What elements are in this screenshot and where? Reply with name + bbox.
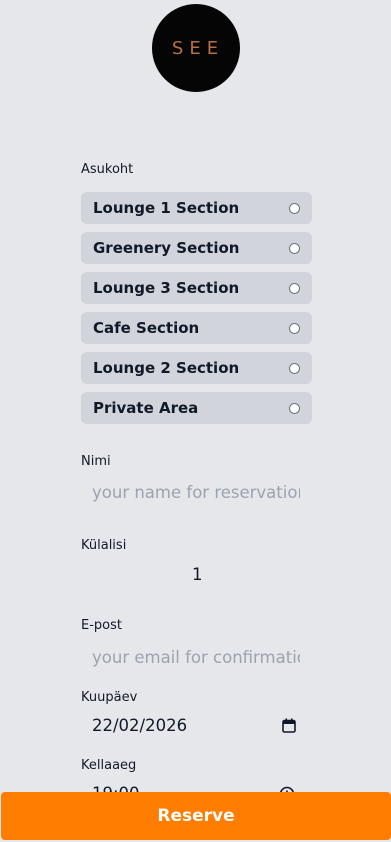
radio-icon[interactable] [289,202,300,214]
time-row: 19:00 [0,778,391,792]
email-input[interactable]: your email for confirmation [92,648,300,667]
option-label: Greenery Section [93,239,240,257]
option-label: Cafe Section [93,319,200,337]
option-label: Lounge 3 Section [93,279,240,297]
option-label: Private Area [93,399,199,417]
location-option-lounge-3[interactable]: Lounge 3 Section [81,272,312,304]
email-label: E-post [81,618,122,633]
time-label: Kellaaeg [81,758,137,773]
date-label: Kuupäev [81,690,138,705]
location-option-private-area[interactable]: Private Area [81,392,312,424]
option-label: Lounge 2 Section [93,359,240,377]
calendar-icon[interactable] [282,718,296,733]
date-input[interactable]: 22/02/2026 [92,716,187,735]
radio-icon[interactable] [289,402,300,414]
name-label: Nimi [81,454,111,469]
time-input[interactable]: 19:00 [92,784,140,792]
name-input[interactable]: your name for reservation [92,483,300,502]
logo-text: SEE [171,37,225,59]
guests-input[interactable]: 1 [192,565,203,584]
location-option-greenery[interactable]: Greenery Section [81,232,312,264]
location-option-lounge-1[interactable]: Lounge 1 Section [81,192,312,224]
location-option-cafe[interactable]: Cafe Section [81,312,312,344]
location-label: Asukoht [81,162,134,177]
radio-icon[interactable] [289,322,300,334]
logo: SEE [152,4,240,92]
radio-icon[interactable] [289,282,300,294]
guests-label: Külalisi [81,538,127,553]
radio-icon[interactable] [289,242,300,254]
radio-icon[interactable] [289,362,300,374]
option-label: Lounge 1 Section [93,199,240,217]
reserve-button[interactable]: Reserve [1,792,391,840]
location-option-lounge-2[interactable]: Lounge 2 Section [81,352,312,384]
